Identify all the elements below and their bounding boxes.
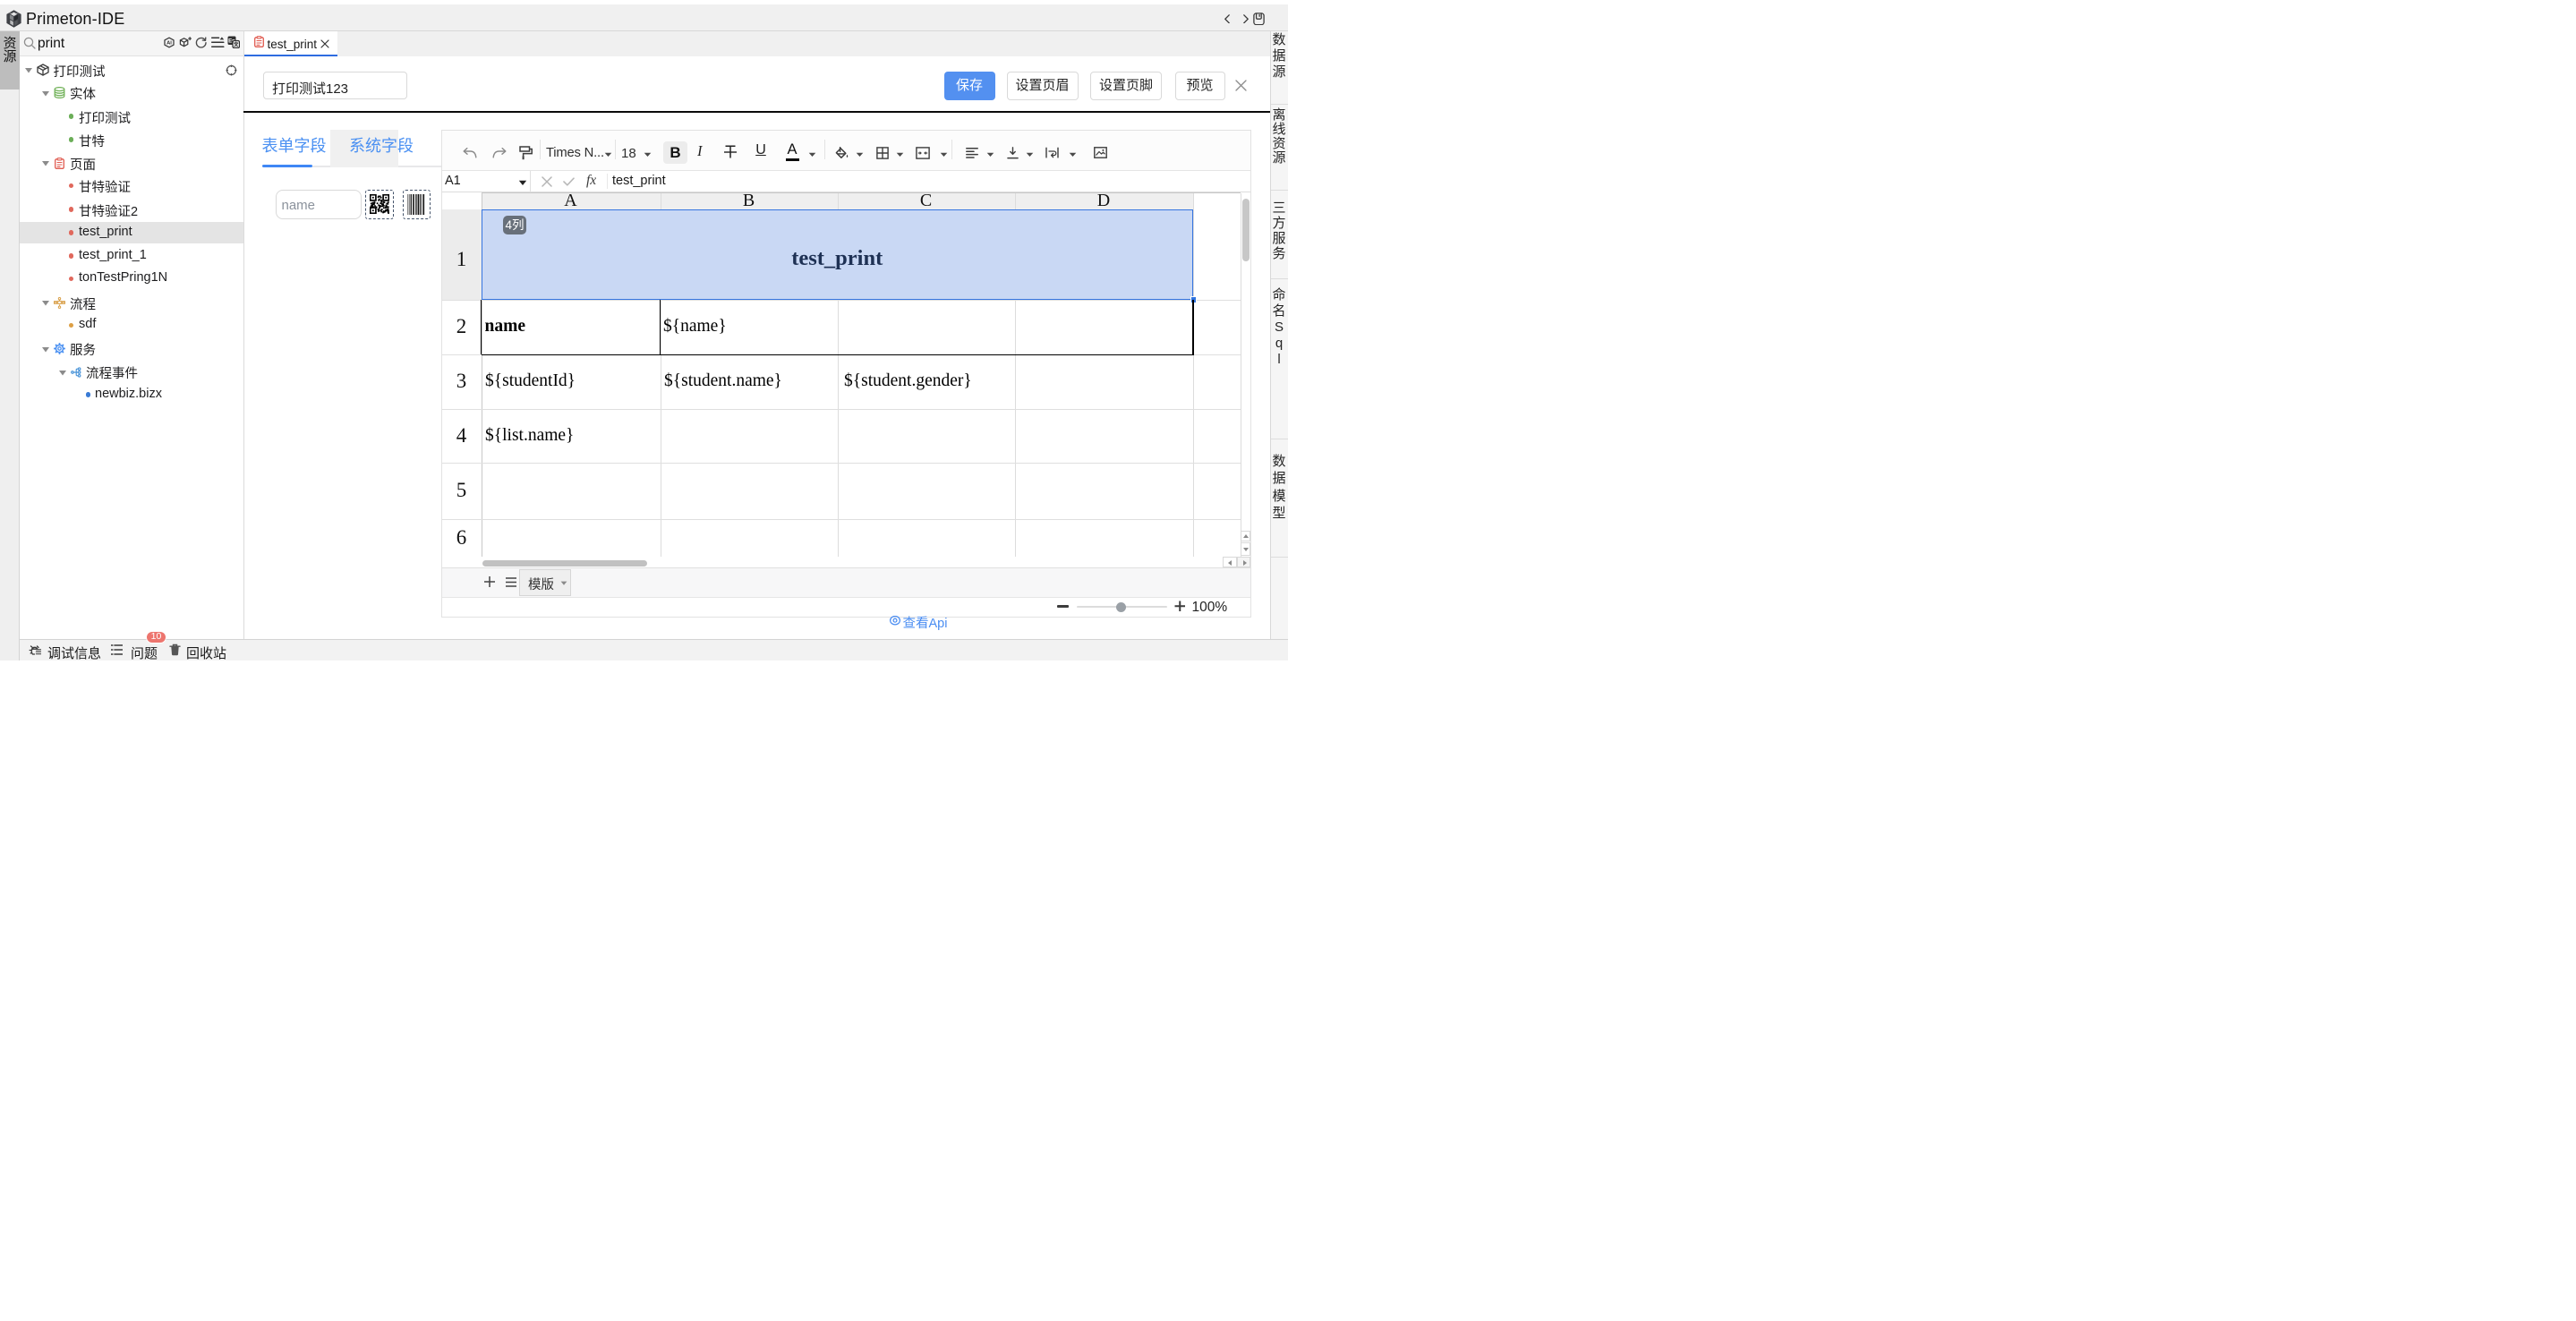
svg-text:AI: AI — [166, 41, 172, 47]
